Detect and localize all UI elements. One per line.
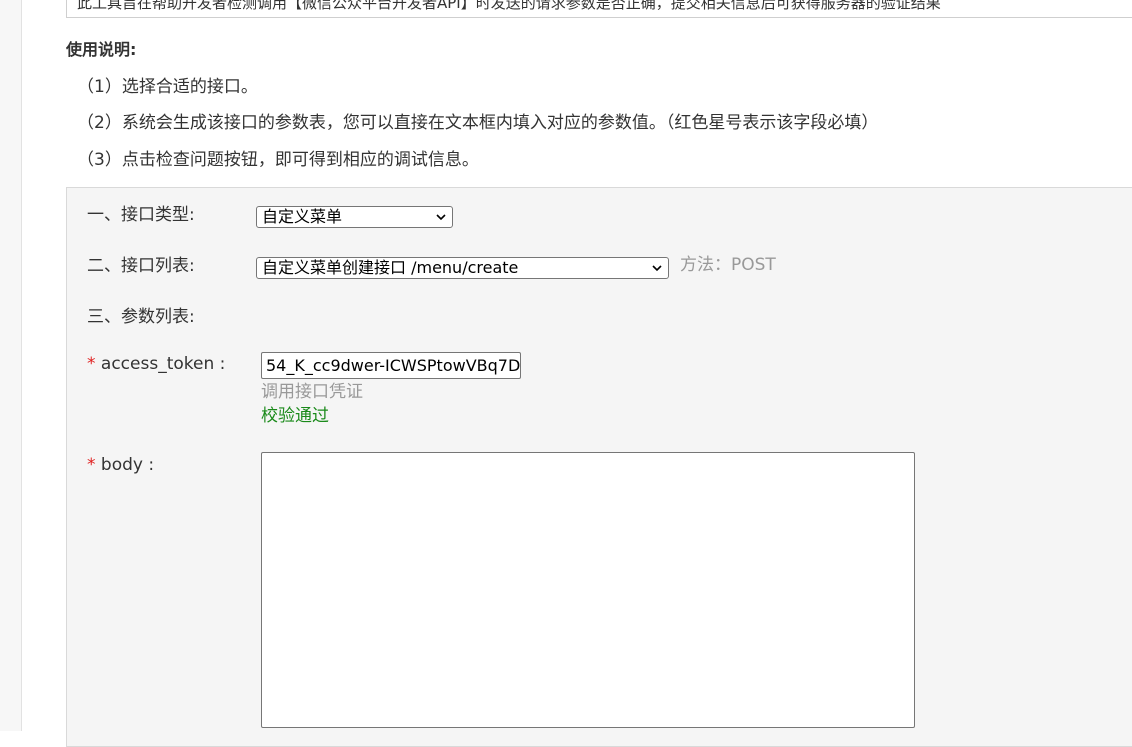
api-list-select[interactable]: 自定义菜单创建接口 /menu/create — [256, 257, 669, 279]
body-textarea[interactable] — [261, 452, 915, 728]
required-mark: * — [87, 354, 96, 374]
chevron-down-icon — [652, 265, 662, 272]
access-token-input[interactable]: 54_K_cc9dwer-ICWSPtowVBq7D — [261, 352, 521, 379]
chevron-down-icon — [436, 214, 446, 221]
usage-title: 使用说明: — [66, 40, 137, 59]
access-token-status: 校验通过 — [261, 406, 329, 426]
api-list-select-value: 自定义菜单创建接口 /menu/create — [262, 258, 519, 277]
access-token-label-text: access_token : — [100, 354, 226, 374]
access-token-label: * access_token : — [87, 352, 225, 376]
usage-step-3: （3）点击检查问题按钮，即可得到相应的调试信息。 — [77, 150, 479, 170]
api-type-select-value: 自定义菜单 — [262, 207, 343, 226]
usage-step-1: （1）选择合适的接口。 — [77, 77, 258, 97]
api-type-select[interactable]: 自定义菜单 — [256, 206, 453, 228]
api-list-label: 二、接口列表: — [87, 256, 195, 276]
method-text: 方法：POST — [680, 255, 776, 275]
intro-text: 此工具旨在帮助开发者检测调用【微信公众平台开发者API】时发送的请求参数是否正确… — [77, 0, 941, 12]
params-label: 三、参数列表: — [87, 307, 195, 327]
api-type-label: 一、接口类型: — [87, 205, 195, 225]
body-label-text: body : — [100, 455, 155, 475]
left-gutter — [0, 0, 22, 731]
usage-step-2: （2）系统会生成该接口的参数表，您可以直接在文本框内填入对应的参数值。（红色星号… — [77, 113, 879, 133]
required-mark: * — [87, 455, 96, 475]
body-label: * body : — [87, 453, 154, 477]
access-token-hint: 调用接口凭证 — [261, 382, 363, 402]
